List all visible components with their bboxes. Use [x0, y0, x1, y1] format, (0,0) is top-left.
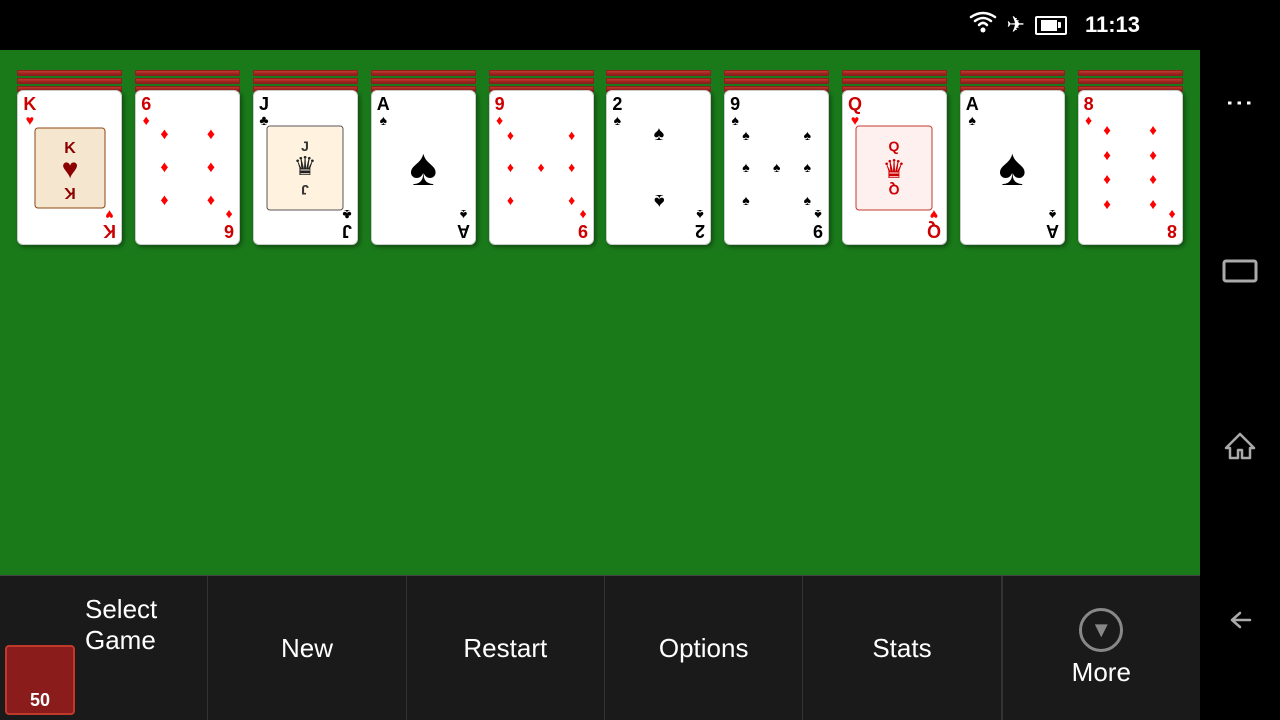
card-8-diamonds[interactable]: 8♦ ♦ ♦ ♦ ♦ ♦ ♦ ♦ ♦ 8♦ [1078, 90, 1183, 245]
status-bar: ✈ 11:13 [0, 0, 1200, 50]
select-game-label: Select Game [85, 594, 207, 656]
column-6: 2♠ ♠ ♠ 2♠ [604, 70, 714, 245]
battery-icon [1035, 16, 1067, 35]
options-button[interactable]: Options [605, 576, 803, 720]
card-stack-9 [960, 70, 1065, 88]
card-stack-10 [1078, 70, 1183, 88]
airplane-icon: ✈ [1007, 12, 1025, 38]
bottom-bar: 50 Select Game New Restart Options Stats… [0, 575, 1200, 720]
more-button[interactable]: ▼ More [1002, 576, 1200, 720]
card-stack-5 [489, 70, 594, 88]
home-icon[interactable] [1222, 430, 1258, 469]
options-label: Options [659, 633, 749, 664]
stats-label: Stats [872, 633, 931, 664]
nav-buttons: ⋮ [1200, 0, 1280, 720]
game-area: K♥ 👑 K ♥ K K♥ 6♦ [0, 50, 1200, 625]
card-king-hearts[interactable]: K♥ 👑 K ♥ K K♥ [17, 90, 122, 245]
column-8: Q♥ Q ♛ Q Q♥ [840, 70, 950, 245]
svg-text:♛: ♛ [294, 151, 317, 181]
wifi-icon [969, 11, 997, 39]
card-queen-hearts[interactable]: Q♥ Q ♛ Q Q♥ [842, 90, 947, 245]
game-number: 50 [30, 690, 50, 711]
card-9-diamonds[interactable]: 9♦ ♦ ♦ ♦ ♦ ♦ ♦ ♦ 9♦ [489, 90, 594, 245]
column-9: A♠ ♠ A♠ [957, 70, 1067, 245]
game-thumbnail: 50 [5, 645, 75, 715]
card-stack-1 [17, 70, 122, 88]
column-2: 6♦ ♦ ♦ ♦ ♦ ♦ ♦ 6♦ [133, 70, 243, 245]
card-stack-4 [371, 70, 476, 88]
card-stack-6 [606, 70, 711, 88]
card-jack-clubs[interactable]: J♣ J ♛ J J♣ [253, 90, 358, 245]
column-4: A♠ ♠ A♠ [368, 70, 478, 245]
card-ace-spades-2[interactable]: A♠ ♠ A♠ [960, 90, 1065, 245]
card-columns: K♥ 👑 K ♥ K K♥ 6♦ [10, 65, 1190, 250]
column-3: J♣ J ♛ J J♣ [251, 70, 361, 245]
screen-rotate-icon[interactable] [1220, 257, 1260, 292]
column-10: 8♦ ♦ ♦ ♦ ♦ ♦ ♦ ♦ ♦ 8♦ [1075, 70, 1185, 245]
card-ace-spades-1[interactable]: A♠ ♠ A♠ [371, 90, 476, 245]
card-stack-8 [842, 70, 947, 88]
restart-button[interactable]: Restart [407, 576, 605, 720]
stats-button[interactable]: Stats [803, 576, 1001, 720]
svg-text:♛: ♛ [883, 154, 906, 184]
svg-text:K: K [64, 184, 76, 201]
more-label: More [1072, 657, 1131, 688]
column-1: K♥ 👑 K ♥ K K♥ [15, 70, 125, 245]
new-label: New [281, 633, 333, 664]
select-game-button[interactable]: 50 Select Game [0, 576, 208, 720]
card-stack-3 [253, 70, 358, 88]
card-stack-2 [135, 70, 240, 88]
card-2-spades[interactable]: 2♠ ♠ ♠ 2♠ [606, 90, 711, 245]
new-button[interactable]: New [208, 576, 406, 720]
column-5: 9♦ ♦ ♦ ♦ ♦ ♦ ♦ ♦ 9♦ [486, 70, 596, 245]
column-7: 9♠ ♠ ♠ ♠ ♠ ♠ ♠ ♠ 9♠ [722, 70, 832, 245]
card-6-diamonds[interactable]: 6♦ ♦ ♦ ♦ ♦ ♦ ♦ 6♦ [135, 90, 240, 245]
card-9-spades[interactable]: 9♠ ♠ ♠ ♠ ♠ ♠ ♠ ♠ 9♠ [724, 90, 829, 245]
svg-text:Q: Q [889, 182, 900, 198]
svg-text:♥: ♥ [62, 153, 79, 184]
more-icon: ▼ [1079, 608, 1123, 652]
svg-text:Q: Q [889, 138, 900, 154]
back-icon[interactable] [1220, 606, 1260, 641]
svg-text:J: J [302, 182, 310, 198]
time-display: 11:13 [1085, 12, 1140, 38]
card-stack-7 [724, 70, 829, 88]
more-options-icon[interactable]: ⋮ [1224, 89, 1257, 120]
restart-label: Restart [463, 633, 547, 664]
